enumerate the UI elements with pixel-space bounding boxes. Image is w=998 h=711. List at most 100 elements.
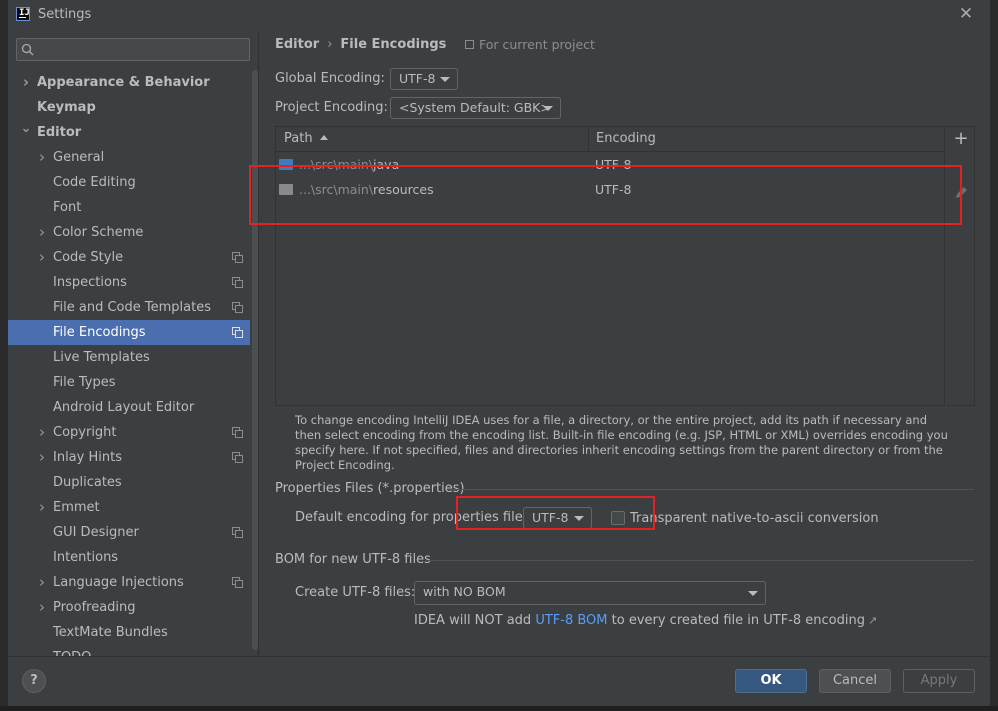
path-cell: ...\src\main\resources [299,182,434,197]
help-button[interactable]: ? [22,669,46,693]
sidebar-item-label: Language Injections [53,575,184,590]
encoding-cell[interactable]: UTF-8 [595,177,631,202]
chevron-right-icon[interactable]: › [36,495,48,520]
properties-encoding-label: Default encoding for properties files: [295,510,534,525]
sidebar-item-android-layout-editor[interactable]: Android Layout Editor [8,395,250,420]
intellij-app-icon: IJ [16,7,30,21]
apply-button[interactable]: Apply [903,669,975,693]
sidebar-item-label: Font [53,200,82,215]
sidebar-item-appearance-behavior[interactable]: › Appearance & Behavior [8,70,250,95]
dialog-footer: ? OK Cancel Apply [8,656,990,706]
transparent-conversion-label[interactable]: Transparent native-to-ascii conversion [630,511,879,526]
search-input[interactable] [39,40,244,59]
settings-sidebar: › Appearance & Behavior Keymap ⌄ Editor › Gene… [8,30,258,656]
project-scope-icon [232,577,243,588]
project-encoding-select[interactable]: <System Default: GBK> [390,97,561,119]
title-bar: IJ Settings ✕ [0,0,990,30]
sidebar-item-language-injections[interactable]: › Language Injections [8,570,250,595]
settings-window: IJ Settings ✕ › Appearance & Behavior Keym… [0,0,998,706]
global-encoding-select[interactable]: UTF-8 [390,68,458,90]
sidebar-item-inspections[interactable]: Inspections [8,270,250,295]
sidebar-item-general[interactable]: › General [8,145,250,170]
path-cell: ...\src\main\java [299,157,400,172]
sidebar-item-label: File and Code Templates [53,300,211,315]
section-divider [426,560,974,561]
sidebar-item-label: Editor [37,125,82,140]
sidebar-item-code-style[interactable]: › Code Style [8,245,250,270]
for-current-project-note: For current project [465,37,595,52]
transparent-conversion-checkbox[interactable] [611,511,625,525]
sidebar-item-textmate-bundles[interactable]: TextMate Bundles [8,620,250,645]
chevron-right-icon[interactable]: › [36,445,48,470]
chevron-right-icon[interactable]: › [36,245,48,270]
breadcrumb-separator: › [327,37,333,52]
utf8-bom-link[interactable]: UTF-8 BOM [535,613,607,628]
sidebar-item-keymap[interactable]: Keymap [8,95,250,120]
sidebar-item-file-encodings[interactable]: File Encodings [8,320,250,345]
sidebar-item-label: Copyright [53,425,117,440]
chevron-right-icon[interactable]: › [36,145,48,170]
table-row[interactable]: ...\src\main\resources UTF-8 [276,177,944,202]
ok-button[interactable]: OK [735,669,807,693]
sidebar-item-label: File Types [53,375,116,390]
folder-icon [279,159,293,170]
sidebar-item-todo[interactable]: TODO [8,645,250,656]
breadcrumb-current: File Encodings [340,37,447,52]
sidebar-item-label: TextMate Bundles [53,625,168,640]
search-field[interactable] [16,38,250,61]
project-scope-icon [232,427,243,438]
pencil-edit-icon[interactable] [953,185,969,201]
chevron-right-icon[interactable]: › [36,595,48,620]
sidebar-item-font[interactable]: Font [8,195,250,220]
sidebar-item-proofreading[interactable]: › Proofreading [8,595,250,620]
create-utf8-select[interactable]: with NO BOM [414,581,766,605]
sidebar-item-file-and-code-templates[interactable]: File and Code Templates [8,295,250,320]
table-toolbar: + [947,126,975,406]
sidebar-item-inlay-hints[interactable]: › Inlay Hints [8,445,250,470]
sort-ascending-icon [319,135,328,140]
cancel-button[interactable]: Cancel [819,669,891,693]
chevron-right-icon[interactable]: › [36,420,48,445]
sidebar-item-intentions[interactable]: Intentions [8,545,250,570]
sidebar-item-label: Code Style [53,250,124,265]
file-encodings-panel: Editor › File Encodings For current projec… [259,30,990,656]
sidebar-item-label: Color Scheme [53,225,144,240]
sidebar-item-duplicates[interactable]: Duplicates [8,470,250,495]
close-icon[interactable]: ✕ [956,4,976,24]
sidebar-item-code-editing[interactable]: Code Editing [8,170,250,195]
sidebar-item-copyright[interactable]: › Copyright [8,420,250,445]
sidebar-item-color-scheme[interactable]: › Color Scheme [8,220,250,245]
encoding-cell[interactable]: UTF-8 [595,152,631,177]
bom-note: IDEA will NOT add UTF-8 BOM to every cre… [414,613,878,628]
chevron-down-icon [440,77,450,82]
path-encoding-table: Path Encoding ...\src\main\java UTF-8 ...\… [275,126,945,406]
chevron-right-icon[interactable]: › [36,220,48,245]
properties-encoding-select[interactable]: UTF-8 [523,507,592,529]
sidebar-item-label: General [53,150,105,165]
sidebar-item-live-templates[interactable]: Live Templates [8,345,250,370]
add-icon[interactable]: + [953,129,969,149]
project-scope-icon [232,252,243,263]
sidebar-item-label: File Encodings [53,325,146,340]
project-encoding-label: Project Encoding: [275,100,388,115]
breadcrumb-parent[interactable]: Editor [275,37,319,52]
create-utf8-label: Create UTF-8 files: [295,585,416,600]
chevron-down-icon[interactable]: ⌄ [20,120,32,145]
encoding-column-header[interactable]: Encoding [596,127,656,151]
sidebar-item-gui-designer[interactable]: GUI Designer [8,520,250,545]
chevron-right-icon[interactable]: › [36,570,48,595]
sidebar-item-emmet[interactable]: › Emmet [8,495,250,520]
chevron-down-icon [574,516,584,521]
path-column-header[interactable]: Path [284,127,328,151]
chevron-down-icon [748,591,758,596]
project-scope-icon [465,40,474,49]
sidebar-item-label: Appearance & Behavior [37,75,210,90]
table-row[interactable]: ...\src\main\java UTF-8 [276,152,944,177]
search-icon [21,43,34,56]
encoding-help-text: To change encoding IntelliJ IDEA uses fo… [295,413,948,472]
window-title: Settings [38,7,92,22]
sidebar-item-editor[interactable]: ⌄ Editor [8,120,250,145]
chevron-right-icon[interactable]: › [20,70,32,95]
sidebar-item-file-types[interactable]: File Types [8,370,250,395]
sidebar-item-label: Emmet [53,500,100,515]
